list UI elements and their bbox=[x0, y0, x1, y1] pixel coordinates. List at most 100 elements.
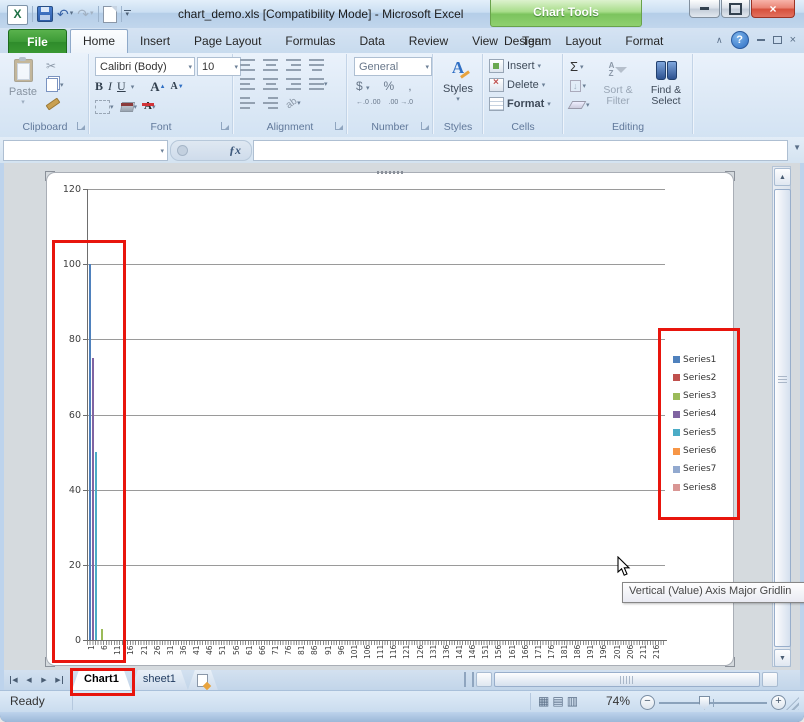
horizontal-scrollbar[interactable] bbox=[476, 672, 780, 688]
bold-button[interactable]: B bbox=[95, 79, 103, 94]
zoom-thumb[interactable] bbox=[699, 696, 710, 710]
legend-item[interactable]: Series2 bbox=[673, 372, 716, 383]
align-center-button[interactable] bbox=[263, 77, 278, 91]
horizontal-scroll-thumb[interactable] bbox=[494, 672, 760, 687]
decrease-indent-button[interactable] bbox=[240, 96, 255, 110]
tab-page-layout[interactable]: Page Layout bbox=[182, 29, 273, 53]
scroll-down-button[interactable]: ▼ bbox=[774, 649, 791, 667]
legend-item[interactable]: Series4 bbox=[673, 409, 716, 420]
tab-formulas[interactable]: Formulas bbox=[273, 29, 347, 53]
first-sheet-button[interactable]: ◀ bbox=[7, 672, 21, 687]
dialog-launcher-icon[interactable] bbox=[221, 122, 229, 130]
formula-input[interactable] bbox=[253, 140, 788, 161]
delete-cells-button[interactable]: Delete▾ bbox=[489, 78, 551, 92]
save-button[interactable] bbox=[37, 6, 53, 22]
cut-button[interactable]: ✂ bbox=[46, 58, 64, 74]
borders-button[interactable]: ▾ bbox=[95, 100, 114, 114]
underline-button[interactable]: U bbox=[117, 79, 126, 94]
vertical-scroll-thumb[interactable] bbox=[774, 189, 791, 647]
legend-item[interactable]: Series7 bbox=[673, 464, 716, 475]
grow-font-button[interactable]: A▲ bbox=[150, 79, 165, 95]
shrink-font-button[interactable]: A▼ bbox=[171, 81, 184, 92]
collapse-ribbon-icon[interactable]: ∧ bbox=[716, 35, 723, 46]
page-break-view-button[interactable]: ▥ bbox=[567, 694, 578, 708]
normal-view-button[interactable]: ▦ bbox=[538, 694, 549, 708]
help-button[interactable]: ? bbox=[731, 31, 749, 49]
scroll-right-button[interactable] bbox=[762, 672, 778, 687]
percent-style-button[interactable]: % bbox=[384, 79, 395, 93]
legend-item[interactable]: Series6 bbox=[673, 446, 716, 457]
wrap-text-button[interactable] bbox=[309, 58, 324, 72]
accounting-format-button[interactable]: $ ▾ bbox=[356, 79, 370, 93]
selection-handle[interactable] bbox=[377, 171, 403, 174]
legend-item[interactable]: Series1 bbox=[673, 354, 716, 365]
bar-series[interactable] bbox=[89, 264, 91, 640]
font-color-button[interactable]: A▾ bbox=[144, 102, 155, 111]
align-bottom-button[interactable] bbox=[286, 58, 301, 72]
sheet-tab-sheet1[interactable]: sheet1 bbox=[131, 670, 188, 690]
zoom-out-button[interactable]: − bbox=[640, 695, 655, 710]
tab-insert[interactable]: Insert bbox=[128, 29, 182, 53]
find-select-button[interactable]: Find & Select bbox=[642, 57, 690, 107]
resize-grip[interactable] bbox=[786, 697, 799, 710]
last-sheet-button[interactable]: ▶ bbox=[52, 672, 66, 687]
tab-home[interactable]: Home bbox=[70, 29, 128, 53]
align-middle-button[interactable] bbox=[263, 58, 278, 72]
undo-button[interactable]: ↶▾ bbox=[57, 5, 73, 23]
insert-function-button[interactable]: ƒx bbox=[170, 140, 252, 161]
font-name-select[interactable]: Calibri (Body)▾ bbox=[95, 57, 195, 76]
previous-sheet-button[interactable]: ◀ bbox=[22, 672, 36, 687]
autosum-button[interactable]: Σ▾ bbox=[570, 59, 590, 74]
close-button[interactable]: × bbox=[751, 0, 795, 18]
legend-item[interactable]: Series3 bbox=[673, 391, 716, 402]
scroll-left-button[interactable] bbox=[476, 672, 492, 687]
new-document-button[interactable] bbox=[103, 6, 117, 23]
comma-style-button[interactable]: , bbox=[408, 79, 411, 93]
dialog-launcher-icon[interactable] bbox=[335, 122, 343, 130]
number-format-select[interactable]: General▾ bbox=[354, 57, 432, 76]
legend-item[interactable]: Series5 bbox=[673, 427, 716, 438]
restore-button[interactable] bbox=[721, 0, 750, 18]
workbook-restore-button[interactable] bbox=[773, 36, 782, 44]
zoom-level[interactable]: 74% bbox=[606, 694, 630, 708]
decrease-decimal-button[interactable]: .00 →.0 bbox=[389, 99, 414, 106]
align-top-button[interactable] bbox=[240, 58, 255, 72]
file-tab[interactable]: File bbox=[8, 29, 67, 54]
bar-series[interactable] bbox=[101, 629, 103, 640]
chart-sheet[interactable]: 120100806040200 161116212631364146515661… bbox=[46, 172, 734, 666]
styles-button[interactable]: A Styles ▾ bbox=[438, 58, 478, 103]
align-right-button[interactable] bbox=[286, 77, 301, 91]
tab-format[interactable]: Format bbox=[613, 29, 675, 53]
redo-button[interactable]: ↷▾ bbox=[77, 5, 93, 23]
legend-item[interactable]: Series8 bbox=[673, 482, 716, 493]
insert-worksheet-button[interactable] bbox=[188, 670, 218, 690]
bar-series[interactable] bbox=[95, 452, 97, 640]
workbook-minimize-button[interactable] bbox=[757, 39, 765, 41]
minimize-button[interactable] bbox=[689, 0, 720, 18]
bar-series[interactable] bbox=[92, 358, 94, 640]
orientation-button[interactable]: ab▾ bbox=[286, 98, 301, 109]
dialog-launcher-icon[interactable] bbox=[77, 122, 85, 130]
expand-formula-bar-icon[interactable]: ▼ bbox=[793, 143, 801, 152]
scroll-up-button[interactable]: ▲ bbox=[774, 168, 791, 186]
dialog-launcher-icon[interactable] bbox=[421, 122, 429, 130]
page-layout-view-button[interactable]: ▤ bbox=[552, 694, 563, 708]
format-painter-button[interactable] bbox=[46, 96, 64, 112]
fill-button[interactable]: ↓▾ bbox=[570, 78, 590, 93]
sort-filter-button[interactable]: AZ Sort & Filter bbox=[594, 57, 642, 107]
tab-data[interactable]: Data bbox=[347, 29, 396, 53]
increase-decimal-button[interactable]: ←.0 .00 bbox=[356, 99, 381, 106]
tab-design[interactable]: Design bbox=[492, 29, 553, 53]
clear-button[interactable]: ▾ bbox=[570, 97, 590, 112]
tab-review[interactable]: Review bbox=[397, 29, 460, 53]
insert-cells-button[interactable]: Insert▾ bbox=[489, 59, 551, 73]
copy-button[interactable]: ▾ bbox=[46, 77, 64, 93]
format-cells-button[interactable]: Format▾ bbox=[489, 97, 551, 111]
tab-split-handle[interactable] bbox=[464, 672, 474, 687]
increase-indent-button[interactable] bbox=[263, 96, 278, 110]
fill-color-button[interactable]: ▾ bbox=[121, 102, 138, 112]
vertical-scrollbar[interactable]: ▲ ▼ bbox=[772, 166, 791, 667]
excel-app-icon[interactable]: X bbox=[7, 5, 28, 25]
name-box[interactable]: ▾ bbox=[3, 140, 168, 161]
align-left-button[interactable] bbox=[240, 77, 255, 91]
